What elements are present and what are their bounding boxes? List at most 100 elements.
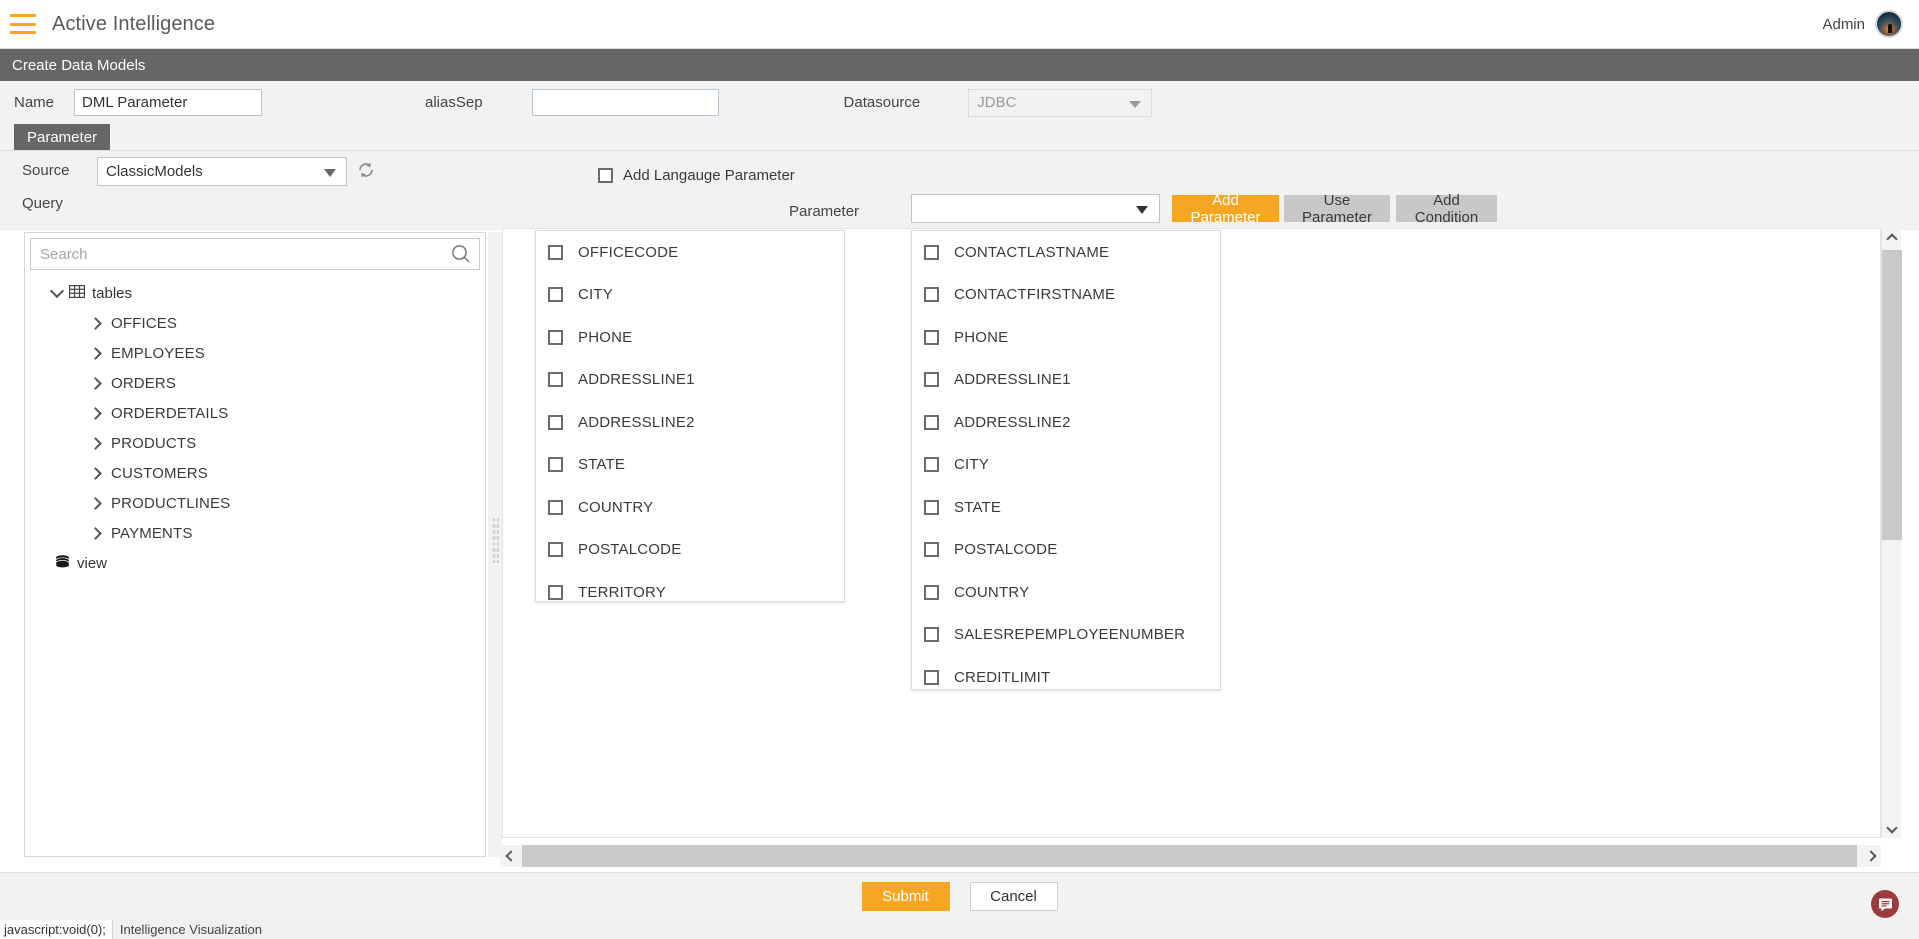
tree-item-productlines[interactable]: PRODUCTLINES	[25, 488, 485, 518]
search-icon[interactable]	[447, 240, 475, 268]
field-label: PHONE	[578, 328, 633, 346]
user-name-label[interactable]: Admin	[1822, 16, 1865, 33]
vertical-scroll-thumb[interactable]	[1882, 250, 1902, 540]
chevron-right-icon[interactable]	[89, 526, 102, 540]
field-row[interactable]: CREDITLIMIT	[912, 656, 1220, 699]
field-row[interactable]: OFFICECODE	[536, 231, 844, 274]
source-select[interactable]: ClassicModels	[97, 157, 347, 186]
feedback-chat-icon[interactable]	[1871, 890, 1899, 918]
avatar[interactable]	[1875, 10, 1903, 38]
parameter-select[interactable]	[911, 194, 1160, 223]
tree-node-label: view	[77, 554, 108, 572]
field-checkbox[interactable]	[924, 542, 939, 558]
search-box[interactable]	[30, 238, 480, 270]
field-checkbox[interactable]	[548, 457, 563, 473]
field-row[interactable]: COUNTRY	[912, 571, 1220, 614]
field-checkbox[interactable]	[924, 244, 939, 260]
query-canvas[interactable]: OFFICECODE CITY PHONE ADDRESSLINE1 ADDRE…	[502, 228, 1881, 838]
field-row[interactable]: STATE	[912, 486, 1220, 529]
field-row[interactable]: TERRITORY	[536, 571, 844, 614]
canvas-vertical-scrollbar[interactable]	[1881, 228, 1902, 838]
field-checkbox[interactable]	[548, 414, 563, 430]
field-label: CONTACTFIRSTNAME	[954, 286, 1116, 304]
field-checkbox[interactable]	[924, 414, 939, 430]
field-row[interactable]: PHONE	[912, 316, 1220, 359]
name-input[interactable]	[74, 89, 262, 116]
field-checkbox[interactable]	[924, 627, 939, 643]
field-checkbox[interactable]	[924, 457, 939, 473]
chevron-right-icon[interactable]	[89, 346, 102, 360]
field-row[interactable]: COUNTRY	[536, 486, 844, 529]
field-row[interactable]: POSTALCODE	[912, 529, 1220, 572]
tree-item-employees[interactable]: EMPLOYEES	[25, 338, 485, 368]
field-checkbox[interactable]	[924, 669, 939, 685]
tree-node-tables[interactable]: tables	[25, 278, 485, 308]
field-label: STATE	[578, 456, 626, 474]
field-row[interactable]: POSTALCODE	[536, 529, 844, 572]
chevron-right-icon[interactable]	[89, 466, 102, 480]
tree-item-customers[interactable]: CUSTOMERS	[25, 458, 485, 488]
tree-item-products[interactable]: PRODUCTS	[25, 428, 485, 458]
scroll-left-arrow-icon[interactable]	[500, 845, 518, 867]
field-row[interactable]: STATE	[536, 444, 844, 487]
chevron-right-icon[interactable]	[89, 406, 102, 420]
scroll-right-arrow-icon[interactable]	[1863, 845, 1881, 867]
tree-item-orderdetails[interactable]: ORDERDETAILS	[25, 398, 485, 428]
tree-node-view[interactable]: view	[25, 548, 485, 578]
tree-item-orders[interactable]: ORDERS	[25, 368, 485, 398]
datasource-label: Datasource	[843, 94, 921, 111]
field-row[interactable]: CITY	[912, 444, 1220, 487]
field-row[interactable]: CONTACTLASTNAME	[912, 231, 1220, 274]
chevron-right-icon[interactable]	[89, 436, 102, 450]
field-checkbox[interactable]	[548, 372, 563, 388]
chevron-down-icon[interactable]	[49, 283, 65, 299]
field-row[interactable]: PHONE	[536, 316, 844, 359]
field-row[interactable]: ADDRESSLINE1	[912, 359, 1220, 402]
add-parameter-button[interactable]: Add Parameter	[1172, 192, 1279, 226]
tree-item-label: ORDERDETAILS	[111, 404, 229, 422]
chevron-right-icon[interactable]	[89, 316, 102, 330]
field-checkbox[interactable]	[924, 584, 939, 600]
add-language-parameter-checkbox[interactable]	[598, 168, 613, 183]
scroll-up-arrow-icon[interactable]	[1882, 228, 1902, 246]
field-row[interactable]: CONTACTFIRSTNAME	[912, 274, 1220, 317]
add-condition-button[interactable]: Add Condition	[1396, 192, 1497, 226]
field-checkbox[interactable]	[924, 499, 939, 515]
field-checkbox[interactable]	[924, 329, 939, 345]
submit-button[interactable]: Submit	[861, 882, 950, 911]
search-input[interactable]	[31, 239, 447, 269]
panel-splitter[interactable]	[488, 232, 502, 857]
field-checkbox[interactable]	[548, 542, 563, 558]
field-row[interactable]: ADDRESSLINE1	[536, 359, 844, 402]
use-parameter-button[interactable]: Use Parameter	[1284, 192, 1390, 226]
field-checkbox[interactable]	[924, 287, 939, 303]
field-checkbox[interactable]	[548, 329, 563, 345]
field-checkbox[interactable]	[924, 372, 939, 388]
chevron-right-icon[interactable]	[89, 376, 102, 390]
tab-strip: Parameter	[0, 124, 1919, 150]
refresh-icon[interactable]	[356, 160, 376, 180]
field-row[interactable]: ADDRESSLINE2	[536, 401, 844, 444]
field-row[interactable]: SALESREPEMPLOYEENUMBER	[912, 614, 1220, 657]
chevron-right-icon[interactable]	[89, 496, 102, 510]
schema-tree-panel: tables OFFICES EMPLOYEES ORDERS ORDERDET…	[24, 232, 486, 857]
field-row[interactable]: ADDRESSLINE2	[912, 401, 1220, 444]
canvas-horizontal-scrollbar[interactable]	[500, 845, 1881, 867]
hamburger-menu-icon[interactable]	[10, 14, 36, 34]
customers-field-card: CONTACTLASTNAME CONTACTFIRSTNAME PHONE A…	[911, 230, 1221, 690]
field-checkbox[interactable]	[548, 244, 563, 260]
tree-item-offices[interactable]: OFFICES	[25, 308, 485, 338]
scroll-down-arrow-icon[interactable]	[1882, 820, 1902, 838]
aliassep-input[interactable]	[531, 89, 719, 116]
tree-node-label: tables	[92, 284, 133, 302]
tree-item-payments[interactable]: PAYMENTS	[25, 518, 485, 548]
field-checkbox[interactable]	[548, 287, 563, 303]
tab-parameter[interactable]: Parameter	[14, 124, 111, 150]
horizontal-scroll-thumb[interactable]	[522, 845, 1857, 867]
field-checkbox[interactable]	[548, 499, 563, 515]
field-checkbox[interactable]	[548, 584, 563, 600]
field-row[interactable]: CITY	[536, 274, 844, 317]
add-language-parameter-row[interactable]: Add Langauge Parameter	[598, 167, 795, 184]
cancel-button[interactable]: Cancel	[969, 882, 1058, 911]
datasource-select[interactable]: JDBC	[968, 88, 1153, 117]
